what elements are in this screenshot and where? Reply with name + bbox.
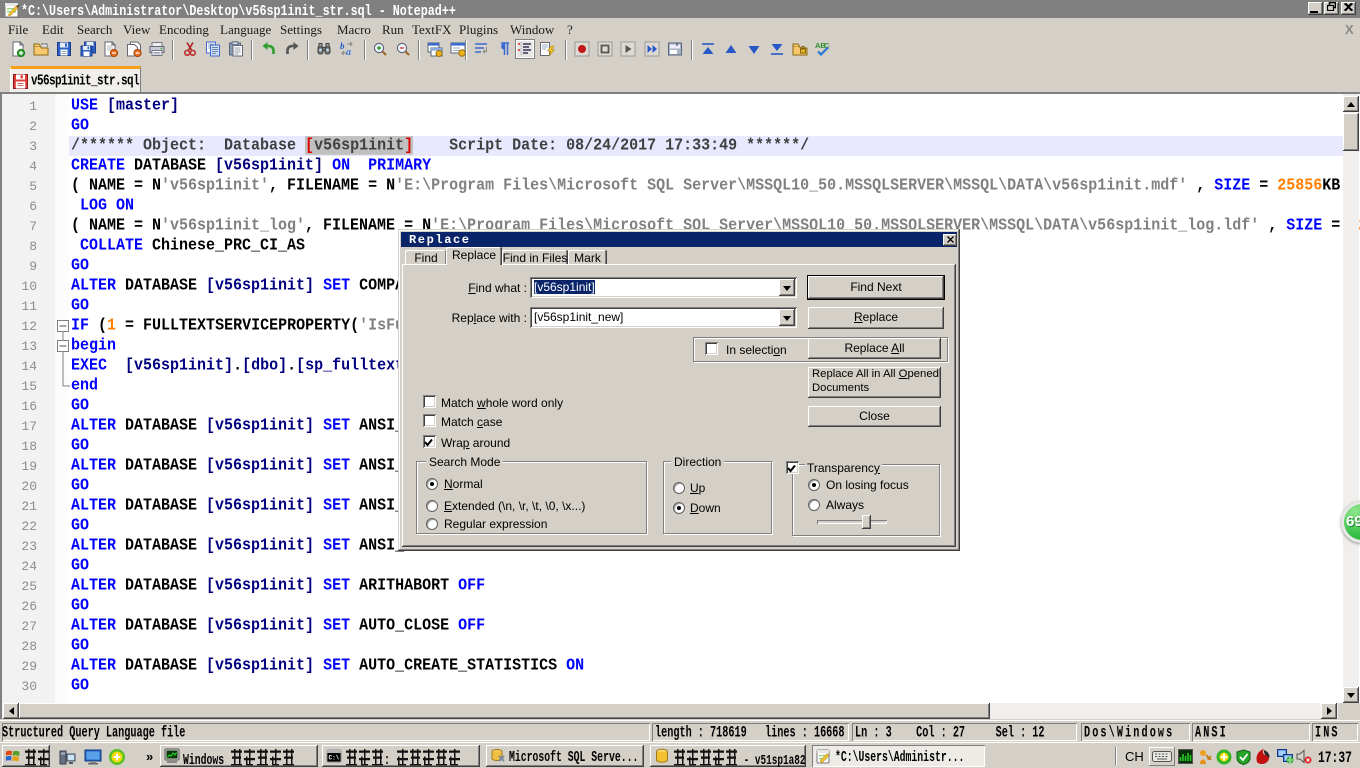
svg-text:C:\: C:\ — [329, 755, 340, 762]
svg-text:b: b — [340, 41, 345, 51]
svg-text:a: a — [346, 47, 351, 57]
